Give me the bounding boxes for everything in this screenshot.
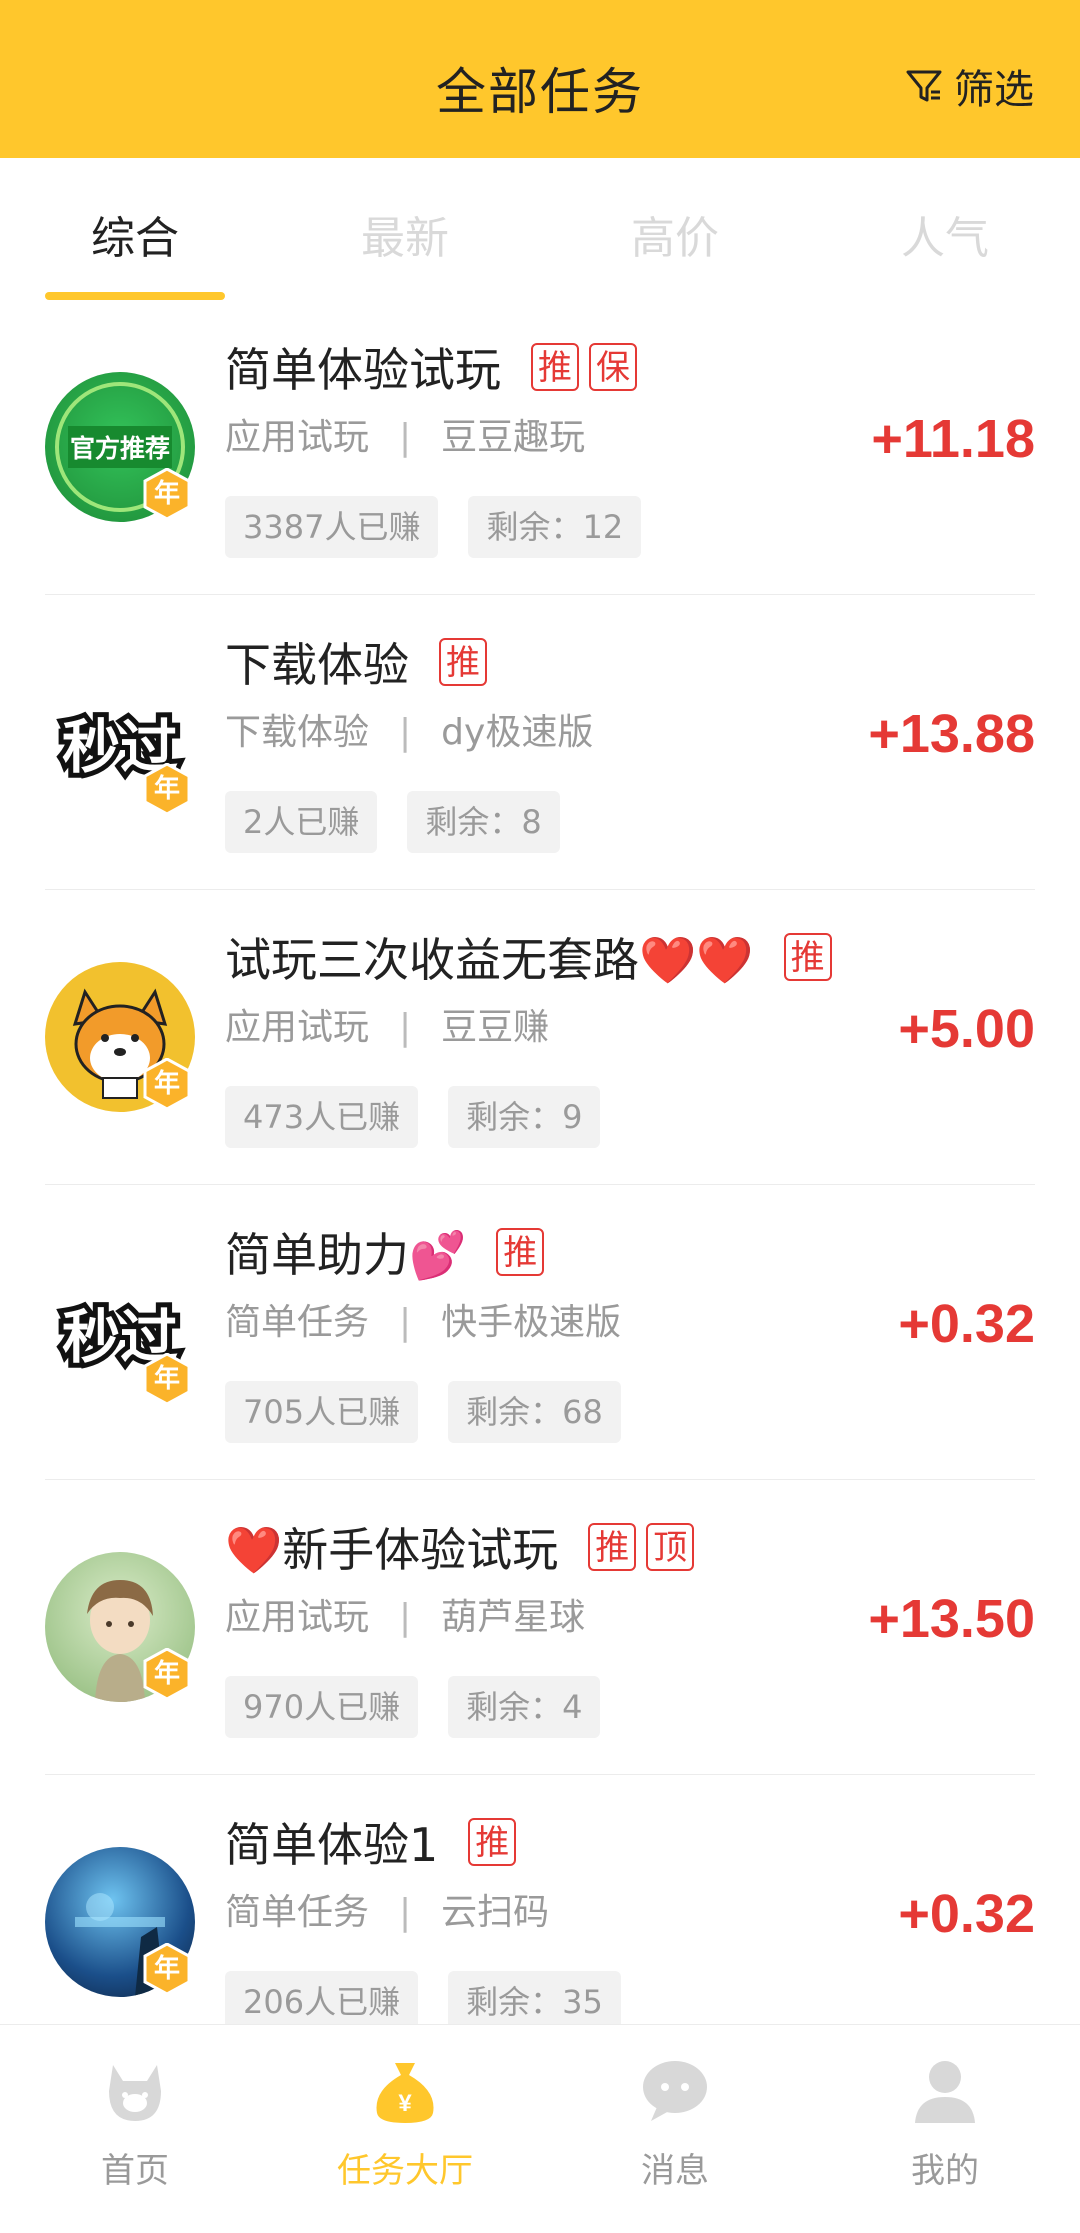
bunny-home-icon (109, 2065, 161, 2121)
remaining-count: 剩余：4 (448, 1676, 601, 1738)
task-app: 快手极速版 (441, 1302, 622, 1343)
task-price: +13.50 (868, 1589, 1035, 1649)
task-meta: 应用试玩 | 葫芦星球 (225, 1597, 586, 1638)
tab-comprehensive[interactable]: 综合 (0, 202, 270, 266)
task-price: +0.32 (898, 1294, 1035, 1354)
remaining-count: 剩余：9 (448, 1086, 601, 1148)
task-stats: 473人已赚 剩余：9 (225, 1086, 630, 1148)
task-category: 简单任务 (225, 1302, 370, 1343)
tag-recommend: 推 (588, 1523, 637, 1571)
tab-high-price[interactable]: 高价 (540, 202, 810, 266)
top-header: 全部任务 筛选 (0, 0, 1080, 158)
remaining-count: 剩余：12 (468, 496, 642, 558)
task-title: 试玩三次收益无套路❤️❤️ 推 (225, 924, 832, 990)
year-badge: 年 (141, 1058, 193, 1110)
task-title: ❤️新手体验试玩 推 顶 (225, 1514, 695, 1580)
nav-messages[interactable]: 消息 (540, 2051, 810, 2201)
user-icon (915, 2061, 975, 2123)
task-meta: 简单任务 | 云扫码 (225, 1892, 550, 1933)
task-item[interactable]: 官方推荐 年 简单体验试玩 推 保 应用试玩 | 豆豆趣玩 +11.18 3387人… (45, 300, 1035, 595)
tab-latest[interactable]: 最新 (270, 202, 540, 266)
task-meta: 应用试玩 | 豆豆赚 (225, 1007, 550, 1048)
task-stats: 2人已赚 剩余：8 (225, 791, 590, 853)
task-avatar: 秒过 年 (45, 667, 195, 817)
nav-task-hall[interactable]: ¥ 任务大厅 (270, 2051, 540, 2201)
task-app: 云扫码 (441, 1892, 550, 1933)
task-category: 应用试玩 (225, 1597, 370, 1638)
task-meta: 简单任务 | 快手极速版 (225, 1302, 622, 1343)
tag-recommend: 推 (496, 1228, 545, 1276)
task-item[interactable]: 年 ❤️新手体验试玩 推 顶 应用试玩 | 葫芦星球 +13.50 970人已赚 剩… (45, 1480, 1035, 1775)
filter-button[interactable]: 筛选 (904, 58, 1034, 114)
filter-label: 筛选 (954, 67, 1034, 113)
category-tabs: 综合 最新 高价 人气 (0, 158, 1080, 300)
task-price: +5.00 (898, 999, 1035, 1059)
task-category: 应用试玩 (225, 1007, 370, 1048)
nav-profile[interactable]: 我的 (810, 2051, 1080, 2201)
task-meta: 下载体验 | dy极速版 (225, 712, 594, 753)
task-item[interactable]: 年 试玩三次收益无套路❤️❤️ 推 应用试玩 | 豆豆赚 +5.00 473人已赚 … (45, 890, 1035, 1185)
svg-text:¥: ¥ (398, 2090, 412, 2117)
earned-count: 2人已赚 (225, 791, 378, 853)
task-app: dy极速版 (441, 712, 594, 753)
task-app: 豆豆赚 (441, 1007, 550, 1048)
task-app: 豆豆趣玩 (441, 417, 586, 458)
task-category: 简单任务 (225, 1892, 370, 1933)
money-bag-icon: ¥ (376, 2063, 434, 2123)
earned-count: 970人已赚 (225, 1676, 419, 1738)
year-badge: 年 (141, 1353, 193, 1405)
task-avatar: 年 (45, 1847, 195, 1997)
task-item[interactable]: 秒过 年 简单助力💕 推 简单任务 | 快手极速版 +0.32 705人已赚 剩余：… (45, 1185, 1035, 1480)
year-badge: 年 (141, 1648, 193, 1700)
tag-guarantee: 保 (589, 343, 637, 391)
task-stats: 970人已赚 剩余：4 (225, 1676, 630, 1738)
task-list: 官方推荐 年 简单体验试玩 推 保 应用试玩 | 豆豆趣玩 +11.18 3387人… (0, 300, 1080, 2069)
tag-top: 顶 (646, 1523, 695, 1571)
task-avatar: 年 (45, 962, 195, 1112)
task-stats: 705人已赚 剩余：68 (225, 1381, 651, 1443)
chat-bubble-icon (643, 2061, 707, 2121)
earned-count: 473人已赚 (225, 1086, 419, 1148)
earned-count: 705人已赚 (225, 1381, 419, 1443)
earned-count: 3387人已赚 (225, 496, 439, 558)
task-price: +0.32 (898, 1884, 1035, 1944)
year-badge: 年 (141, 763, 193, 815)
filter-icon (906, 70, 942, 102)
tag-recommend: 推 (439, 638, 487, 686)
tag-recommend: 推 (783, 933, 832, 981)
year-badge: 年 (141, 468, 193, 520)
tag-recommend: 推 (468, 1818, 517, 1866)
task-avatar: 官方推荐 年 (45, 372, 195, 522)
remaining-count: 剩余：68 (448, 1381, 621, 1443)
task-item[interactable]: 秒过 年 下载体验 推 下载体验 | dy极速版 +13.88 2人已赚 剩余：8 (45, 595, 1035, 890)
task-price: +11.18 (871, 409, 1035, 469)
task-app: 葫芦星球 (441, 1597, 586, 1638)
tab-indicator (45, 292, 225, 300)
remaining-count: 剩余：8 (407, 791, 560, 853)
task-price: +13.88 (868, 704, 1035, 764)
nav-home[interactable]: 首页 (0, 2051, 270, 2201)
task-title: 下载体验 推 (225, 629, 487, 695)
tab-popular[interactable]: 人气 (810, 202, 1080, 266)
task-title: 简单助力💕 推 (225, 1219, 545, 1285)
bottom-nav: 首页 ¥ 任务大厅 消息 我的 (0, 2024, 1080, 2233)
task-title: 简单体验1 推 (225, 1809, 517, 1875)
task-meta: 应用试玩 | 豆豆趣玩 (225, 417, 586, 458)
task-title: 简单体验试玩 推 保 (225, 334, 637, 400)
year-badge: 年 (141, 1943, 193, 1995)
task-stats: 3387人已赚 剩余：12 (225, 496, 671, 558)
task-avatar: 秒过 年 (45, 1257, 195, 1407)
task-category: 下载体验 (225, 712, 370, 753)
task-avatar: 年 (45, 1552, 195, 1702)
tag-recommend: 推 (531, 343, 579, 391)
task-category: 应用试玩 (225, 417, 370, 458)
